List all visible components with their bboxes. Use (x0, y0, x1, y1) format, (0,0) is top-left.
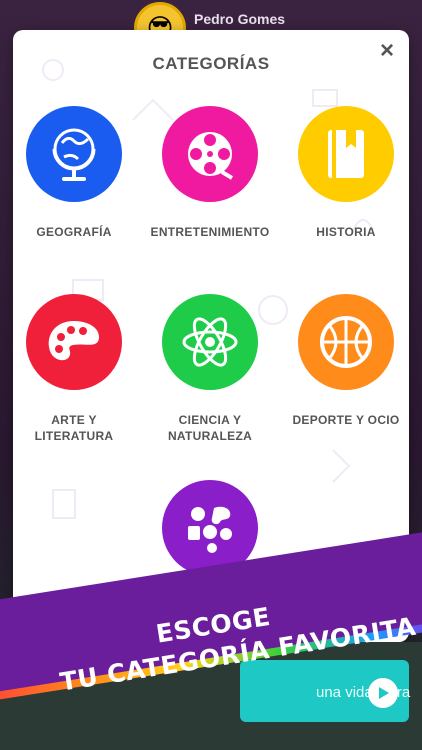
book-icon (298, 106, 394, 202)
play-icon[interactable] (368, 678, 398, 708)
category-ciencia-naturaleza[interactable]: CIENCIA Y NATURALEZA (140, 294, 280, 444)
category-geografia[interactable]: GEOGRAFÍA (13, 106, 144, 240)
category-label: CIENCIA Y NATURALEZA (167, 413, 253, 443)
category-label: ARTE Y LITERATURA (34, 413, 114, 443)
atom-icon (162, 294, 258, 390)
ball-icon (298, 294, 394, 390)
category-deporte-ocio[interactable]: DEPORTE Y OCIO (276, 294, 409, 428)
category-label: GEOGRAFÍA (36, 225, 112, 239)
username: Pedro Gomes (194, 11, 286, 27)
globe-icon (26, 106, 122, 202)
category-label: ENTRETENIMIENTO (150, 225, 270, 239)
film-reel-icon (162, 106, 258, 202)
close-button[interactable]: × (375, 39, 399, 64)
category-arte-literatura[interactable]: ARTE Y LITERATURA (13, 294, 144, 444)
palette-icon (26, 294, 122, 390)
category-label: HISTORIA (316, 225, 376, 239)
category-historia[interactable]: HISTORIA (276, 106, 409, 240)
category-entretenimiento[interactable]: ENTRETENIMIENTO (140, 106, 280, 240)
modal-title: CATEGORÍAS (152, 54, 270, 73)
category-label: DEPORTE Y OCIO (292, 413, 400, 427)
